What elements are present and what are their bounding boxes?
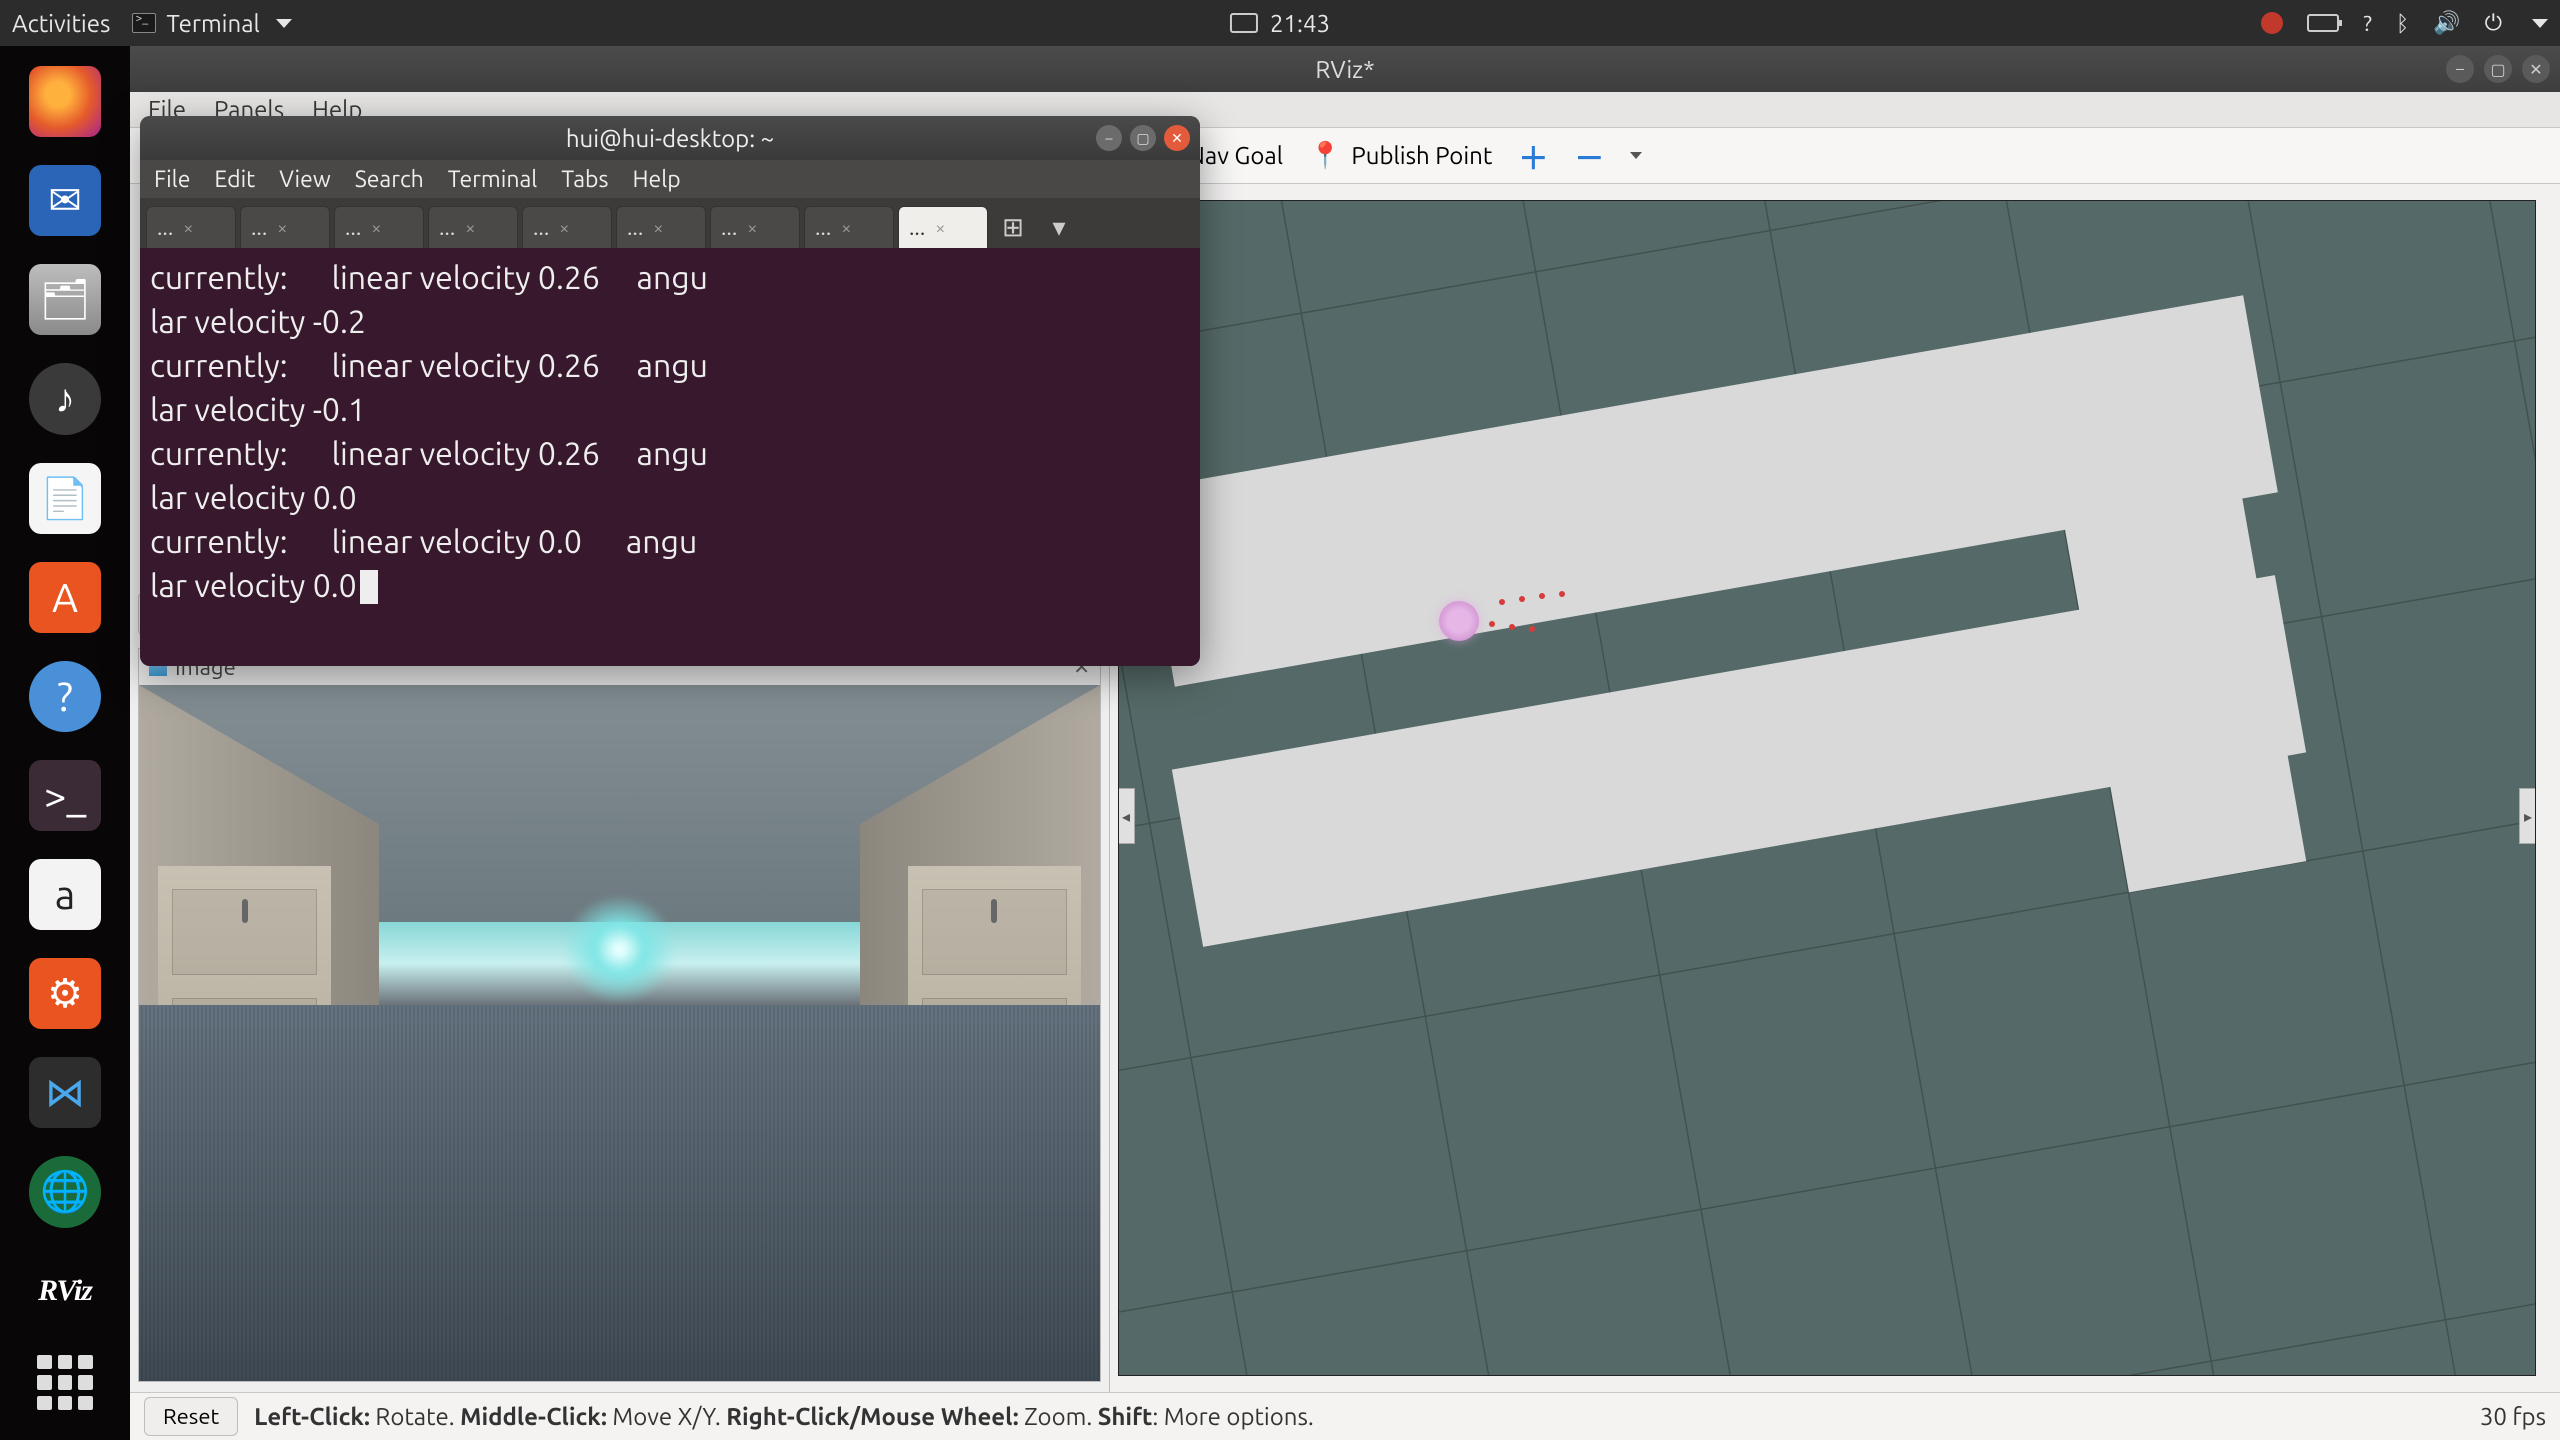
active-app-label: Terminal bbox=[166, 10, 259, 37]
dock-amazon[interactable]: a bbox=[29, 859, 101, 930]
terminal-cursor bbox=[360, 570, 378, 604]
tab-close-icon[interactable]: × bbox=[371, 218, 381, 238]
tab-close-icon[interactable]: × bbox=[841, 218, 851, 238]
screen-record-indicator[interactable] bbox=[2261, 12, 2283, 34]
dock-vscode[interactable]: ⋈ bbox=[29, 1057, 101, 1128]
terminal-menu-view[interactable]: View bbox=[279, 167, 330, 192]
tab-close-icon[interactable]: × bbox=[653, 218, 663, 238]
volume-icon[interactable]: 🔊 bbox=[2433, 10, 2460, 36]
terminal-tab[interactable]: ...× bbox=[146, 206, 236, 248]
tab-close-icon[interactable]: × bbox=[935, 218, 945, 238]
dock-show-applications[interactable] bbox=[37, 1355, 93, 1410]
terminal-menu-tabs[interactable]: Tabs bbox=[561, 167, 608, 192]
terminal-menu-edit[interactable]: Edit bbox=[214, 167, 255, 192]
terminal-icon bbox=[132, 13, 156, 33]
terminal-tab[interactable]: ...× bbox=[428, 206, 518, 248]
dock-files[interactable]: 🗂 bbox=[29, 264, 101, 335]
terminal-tab[interactable]: ...× bbox=[522, 206, 612, 248]
keyboard-icon bbox=[1230, 13, 1258, 33]
terminal-tab-menu-chevron-icon[interactable]: ▾ bbox=[1038, 206, 1080, 248]
tab-close-icon[interactable]: × bbox=[183, 218, 193, 238]
rviz-title: RViz* bbox=[1315, 56, 1374, 83]
terminal-close-button[interactable]: ✕ bbox=[1164, 125, 1190, 151]
camera-image-view[interactable] bbox=[139, 685, 1100, 1381]
reset-button[interactable]: Reset bbox=[144, 1397, 238, 1436]
dock-libreoffice-writer[interactable]: 📄 bbox=[29, 463, 101, 534]
terminal-titlebar[interactable]: hui@hui-desktop: ~ – ▢ ✕ bbox=[140, 116, 1200, 160]
terminal-tabstrip: ...× ...× ...× ...× ...× ...× ...× ...× … bbox=[140, 198, 1200, 248]
dock-rviz[interactable]: RViz bbox=[29, 1256, 101, 1327]
terminal-tab-active[interactable]: ...× bbox=[898, 206, 988, 248]
tool-remove-icon[interactable]: － bbox=[1574, 134, 1604, 178]
image-panel: Image ✕ bbox=[138, 648, 1101, 1382]
terminal-tab[interactable]: ...× bbox=[334, 206, 424, 248]
terminal-menubar: File Edit View Search Terminal Tabs Help bbox=[140, 160, 1200, 198]
terminal-window[interactable]: hui@hui-desktop: ~ – ▢ ✕ File Edit View … bbox=[140, 116, 1200, 666]
terminal-menu-file[interactable]: File bbox=[154, 167, 190, 192]
right-panel-toggle[interactable]: ▸ bbox=[2519, 788, 2536, 844]
chevron-down-icon[interactable] bbox=[1630, 152, 1642, 159]
terminal-tab[interactable]: ...× bbox=[616, 206, 706, 248]
robot-pose-marker bbox=[1439, 601, 1479, 641]
tab-close-icon[interactable]: × bbox=[465, 218, 475, 238]
clock[interactable]: 21:43 bbox=[1270, 10, 1330, 37]
rviz-titlebar[interactable]: RViz* – ▢ ✕ bbox=[130, 46, 2560, 92]
dock-thunderbird[interactable]: ✉ bbox=[29, 165, 101, 236]
dock-terminal[interactable]: >_ bbox=[29, 760, 101, 831]
tool-add-icon[interactable]: ＋ bbox=[1518, 134, 1548, 178]
terminal-new-tab-button[interactable]: ⊞ bbox=[992, 206, 1034, 248]
terminal-tab[interactable]: ...× bbox=[710, 206, 800, 248]
dock-rhythmbox[interactable]: ♪ bbox=[29, 363, 101, 434]
terminal-minimize-button[interactable]: – bbox=[1096, 125, 1122, 151]
terminal-menu-terminal[interactable]: Terminal bbox=[448, 167, 538, 192]
battery-icon bbox=[2307, 14, 2339, 32]
rviz-status-bar: Reset Left-Click: Rotate. Middle-Click: … bbox=[130, 1392, 2560, 1440]
power-icon[interactable]: ⏻ bbox=[2485, 10, 2502, 36]
tab-close-icon[interactable]: × bbox=[747, 218, 757, 238]
left-panel-toggle[interactable]: ◂ bbox=[1118, 788, 1135, 844]
active-app-indicator[interactable]: Terminal bbox=[132, 10, 291, 37]
terminal-menu-search[interactable]: Search bbox=[355, 167, 424, 192]
gnome-top-bar: Activities Terminal 21:43 ? ᛒ 🔊 ⏻ bbox=[0, 0, 2560, 46]
bluetooth-icon[interactable]: ᛒ bbox=[2396, 11, 2409, 36]
activities-button[interactable]: Activities bbox=[12, 10, 110, 37]
rviz-3d-view[interactable]: ◂ ▸ bbox=[1118, 200, 2536, 1376]
help-icon[interactable]: ? bbox=[2363, 11, 2372, 36]
chevron-down-icon bbox=[276, 19, 292, 28]
rviz-close-button[interactable]: ✕ bbox=[2522, 55, 2550, 83]
rviz-minimize-button[interactable]: – bbox=[2446, 55, 2474, 83]
tool-publish-point[interactable]: 📍 Publish Point bbox=[1309, 140, 1492, 171]
tab-close-icon[interactable]: × bbox=[559, 218, 569, 238]
tab-close-icon[interactable]: × bbox=[277, 218, 287, 238]
terminal-tab[interactable]: ...× bbox=[240, 206, 330, 248]
terminal-tab[interactable]: ...× bbox=[804, 206, 894, 248]
dock-ubuntu-software[interactable]: A bbox=[29, 562, 101, 633]
ubuntu-dock: ✉ 🗂 ♪ 📄 A ? >_ a ⚙ ⋈ 🌐 RViz bbox=[0, 46, 130, 1440]
rviz-maximize-button[interactable]: ▢ bbox=[2484, 55, 2512, 83]
fps-indicator: 30 fps bbox=[2480, 1403, 2546, 1430]
terminal-menu-help[interactable]: Help bbox=[632, 167, 680, 192]
system-menu-chevron-icon[interactable] bbox=[2532, 19, 2548, 28]
dock-browser[interactable]: 🌐 bbox=[29, 1156, 101, 1227]
terminal-title: hui@hui-desktop: ~ bbox=[566, 125, 774, 152]
terminal-output[interactable]: currently: linear velocity 0.26 angu lar… bbox=[140, 248, 1200, 666]
pin-icon: 📍 bbox=[1309, 140, 1341, 171]
terminal-maximize-button[interactable]: ▢ bbox=[1130, 125, 1156, 151]
dock-help[interactable]: ? bbox=[29, 661, 101, 732]
dock-settings[interactable]: ⚙ bbox=[29, 958, 101, 1029]
dock-firefox[interactable] bbox=[29, 66, 101, 137]
